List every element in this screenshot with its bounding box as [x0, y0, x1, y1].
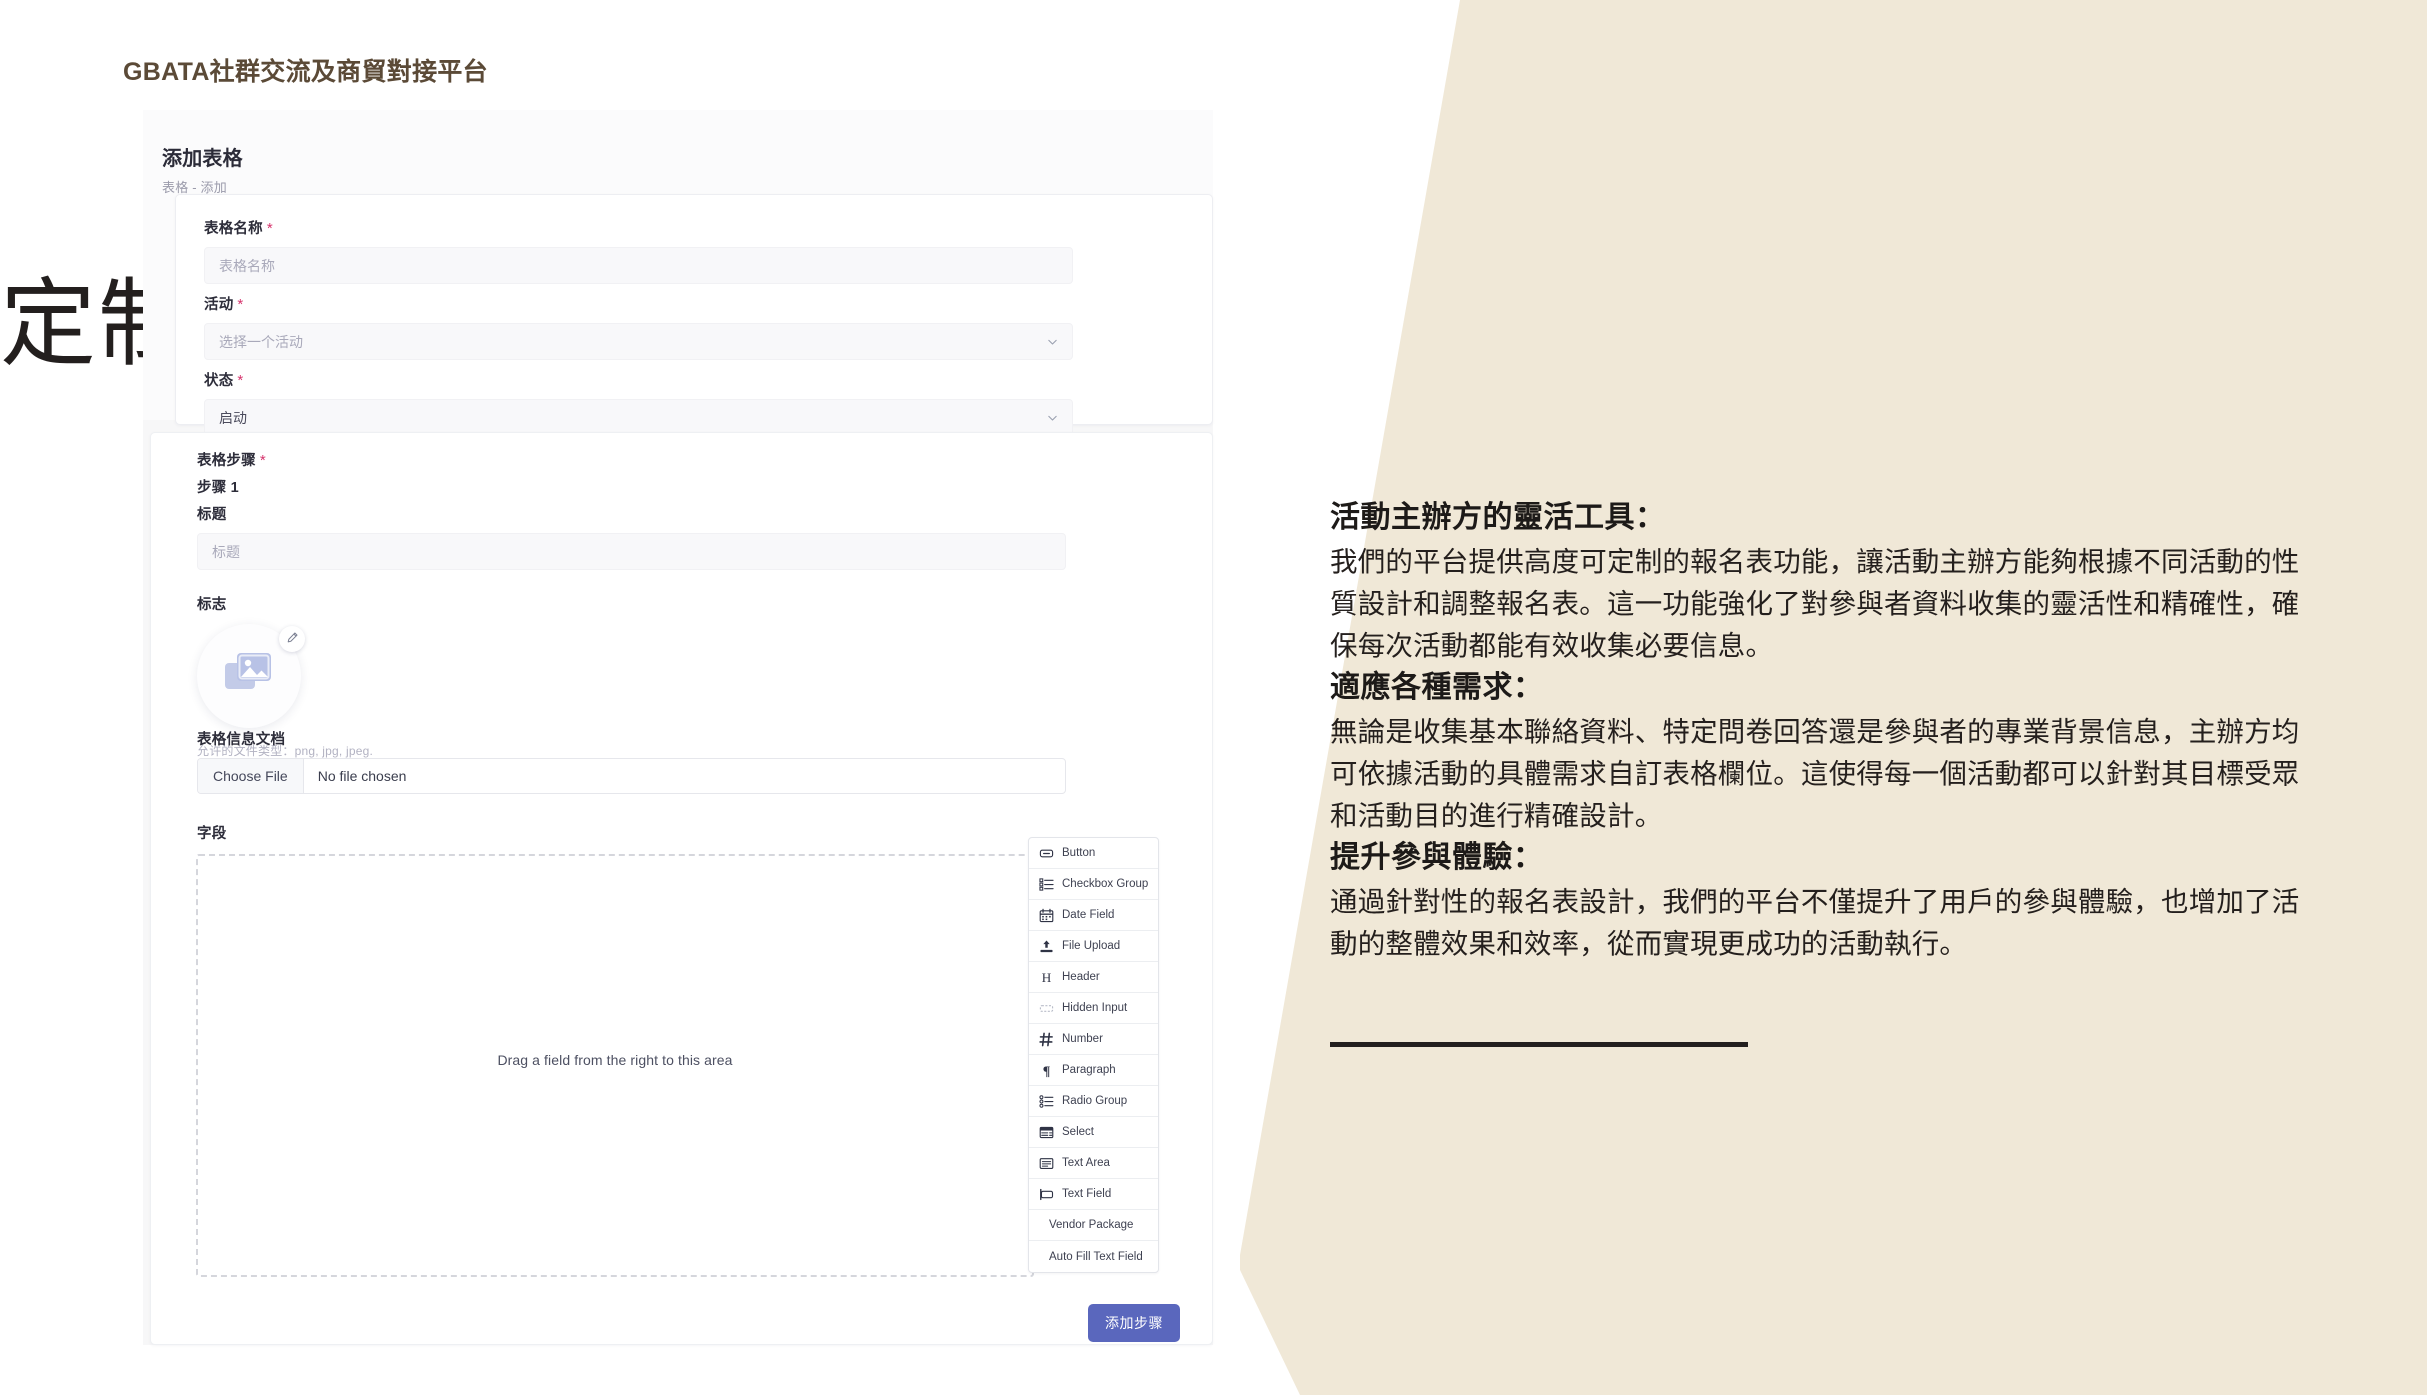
- status-label: 状态: [204, 373, 234, 389]
- fields-section-label: 字段: [197, 822, 226, 843]
- palette-item-hidden-input[interactable]: Hidden Input: [1029, 993, 1158, 1024]
- app-title: GBATA社群交流及商貿對接平台: [123, 58, 488, 86]
- svg-text:H: H: [1042, 970, 1052, 985]
- form-name-field: 表格名称 * 表格名称: [204, 217, 1073, 284]
- form-name-label: 表格名称: [204, 221, 263, 237]
- palette-item-text-field[interactable]: Text Field: [1029, 1179, 1158, 1210]
- promo-section-2: 適應各種需求： 無論是收集基本聯絡資料、特定問卷回答還是參與者的專業背景信息，主…: [1330, 662, 2315, 836]
- palette-item-label: Checkbox Group: [1062, 878, 1149, 890]
- status-select[interactable]: 启动: [204, 399, 1073, 436]
- header-h-icon: H: [1039, 970, 1054, 985]
- required-asterisk: *: [237, 372, 244, 389]
- palette-item-label: File Upload: [1062, 940, 1121, 952]
- form-name-input[interactable]: 表格名称: [204, 247, 1073, 284]
- promo-section-1: 活動主辦方的靈活工具： 我們的平台提供高度可定制的報名表功能，讓活動主辦方能夠根…: [1330, 492, 2315, 666]
- checkbox-group-icon: [1039, 877, 1054, 892]
- step-title-placeholder: 标题: [212, 543, 240, 560]
- doc-label: 表格信息文档: [197, 732, 286, 748]
- palette-item-vendor-package[interactable]: Vendor Package: [1029, 1210, 1158, 1241]
- form-steps-label: 表格步骤: [197, 453, 256, 469]
- logo-label: 标志: [197, 597, 227, 613]
- palette-item-label: Date Field: [1062, 909, 1115, 921]
- text-area-icon: [1039, 1156, 1054, 1171]
- hash-icon: [1039, 1032, 1054, 1047]
- promo-section-3-title: 提升參與體驗：: [1330, 841, 1544, 874]
- promo-section-1-title: 活動主辦方的靈活工具：: [1330, 501, 1666, 534]
- required-asterisk: *: [259, 452, 266, 469]
- palette-item-file-upload[interactable]: File Upload: [1029, 931, 1158, 962]
- palette-item-header[interactable]: H Header: [1029, 962, 1158, 993]
- palette-item-label: Vendor Package: [1049, 1219, 1134, 1231]
- required-asterisk: *: [266, 220, 273, 237]
- palette-item-label: Paragraph: [1062, 1064, 1116, 1076]
- page-header: 添加表格 表格 - 添加: [162, 142, 243, 196]
- palette-item-label: Text Field: [1062, 1188, 1112, 1200]
- required-asterisk: *: [237, 296, 244, 313]
- palette-item-paragraph[interactable]: ¶ Paragraph: [1029, 1055, 1158, 1086]
- choose-file-button[interactable]: Choose File: [198, 759, 304, 793]
- promo-section-3: 提升參與體驗： 通過針對性的報名表設計，我們的平台不僅提升了用戶的參與體驗，也增…: [1330, 832, 2315, 965]
- palette-item-label: Select: [1062, 1126, 1094, 1138]
- palette-item-label: Header: [1062, 971, 1100, 983]
- palette-item-label: Hidden Input: [1062, 1002, 1128, 1014]
- screenshot-root: 定制化活動報名表 活動主辦方的靈活工具： 我們的平台提供高度可定制的報名表功能，…: [0, 0, 2427, 1395]
- palette-item-text-area[interactable]: Text Area: [1029, 1148, 1158, 1179]
- step-number-label: 步骤 1: [197, 480, 239, 496]
- fields-label: 字段: [197, 826, 227, 842]
- palette-item-auto-fill-text-field[interactable]: Auto Fill Text Field: [1029, 1241, 1158, 1272]
- palette-item-radio-group[interactable]: Radio Group: [1029, 1086, 1158, 1117]
- promo-divider-rule: [1330, 1042, 1748, 1047]
- step-title-input[interactable]: 标题: [197, 533, 1066, 570]
- svg-text:¶: ¶: [1043, 1063, 1051, 1077]
- doc-upload-field: 表格信息文档 Choose File No file chosen: [197, 728, 1066, 794]
- upload-icon: [1039, 939, 1054, 954]
- logo-uploader[interactable]: [197, 624, 307, 734]
- step-number: 步骤 1: [197, 476, 239, 497]
- field-dropzone[interactable]: Drag a field from the right to this area: [196, 854, 1034, 1277]
- form-name-placeholder: 表格名称: [219, 257, 275, 274]
- promo-section-2-title: 適應各種需求：: [1330, 671, 1544, 704]
- field-palette[interactable]: Button Checkbox Group Date Field File Uploa…: [1028, 837, 1159, 1273]
- edit-logo-button[interactable]: [279, 626, 305, 652]
- file-status-text: No file chosen: [317, 768, 407, 784]
- basic-info-card: 表格名称 * 表格名称 活动 * 选择一个活动 状态 * 启动: [175, 194, 1213, 436]
- palette-item-checkbox-group[interactable]: Checkbox Group: [1029, 869, 1158, 900]
- calendar-icon: [1039, 908, 1054, 923]
- add-step-button[interactable]: 添加步骤: [1088, 1304, 1180, 1342]
- activity-select-placeholder: 选择一个活动: [219, 333, 303, 350]
- select-icon: [1039, 1125, 1054, 1140]
- palette-item-label: Number: [1062, 1033, 1103, 1045]
- dropzone-hint-text: Drag a field from the right to this area: [497, 1052, 733, 1068]
- palette-item-number[interactable]: Number: [1029, 1024, 1158, 1055]
- palette-item-label: Auto Fill Text Field: [1049, 1250, 1143, 1263]
- activity-select[interactable]: 选择一个活动: [204, 323, 1073, 360]
- palette-item-label: Button: [1062, 847, 1096, 859]
- pencil-icon: [287, 630, 298, 648]
- activity-select-field: 活动 * 选择一个活动: [204, 293, 1073, 360]
- palette-item-label: Radio Group: [1062, 1095, 1128, 1107]
- step-title-field: 标题 标题: [197, 503, 1066, 570]
- hidden-input-icon: [1039, 1001, 1054, 1016]
- palette-item-date-field[interactable]: Date Field: [1029, 900, 1158, 931]
- promo-section-3-body: 通過針對性的報名表設計，我們的平台不僅提升了用戶的參與體驗，也增加了活動的整體效…: [1330, 886, 2300, 959]
- palette-item-button[interactable]: Button: [1029, 838, 1158, 869]
- palette-item-label: Text Area: [1062, 1157, 1110, 1169]
- radio-group-icon: [1039, 1094, 1054, 1109]
- status-select-field: 状态 * 启动: [204, 369, 1073, 436]
- button-icon: [1039, 846, 1054, 861]
- step-title-label: 标题: [197, 507, 227, 523]
- pilcrow-icon: ¶: [1039, 1063, 1054, 1077]
- chevron-down-icon: [1047, 336, 1058, 347]
- file-input[interactable]: Choose File No file chosen: [197, 758, 1066, 794]
- form-steps-label-row: 表格步骤 *: [197, 449, 266, 470]
- promo-section-2-body: 無論是收集基本聯絡資料、特定問卷回答還是參與者的專業背景信息，主辦方均可依據活動…: [1330, 716, 2300, 831]
- activity-label: 活动: [204, 297, 234, 313]
- palette-item-select[interactable]: Select: [1029, 1117, 1158, 1148]
- page-title: 添加表格: [162, 148, 243, 170]
- text-field-icon: [1039, 1187, 1054, 1202]
- image-placeholder-icon: [223, 651, 275, 702]
- status-select-value: 启动: [219, 409, 247, 426]
- promo-section-1-body: 我們的平台提供高度可定制的報名表功能，讓活動主辦方能夠根據不同活動的性質設計和調…: [1330, 546, 2300, 661]
- chevron-down-icon: [1047, 412, 1058, 423]
